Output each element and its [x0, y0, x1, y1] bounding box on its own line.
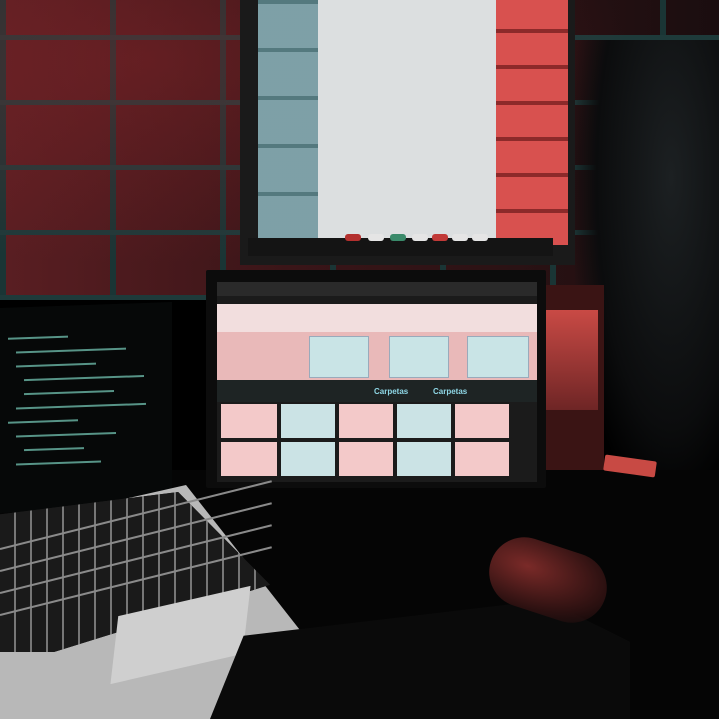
- photo-scene: Carpetas Carpetas: [0, 0, 719, 719]
- code-line: [16, 347, 126, 354]
- marker: [345, 234, 361, 241]
- screen-tile: [339, 404, 393, 438]
- side-window-light: [546, 310, 598, 410]
- app-toolbar: [217, 304, 537, 332]
- screen-label-carpetas: Carpetas: [433, 387, 468, 396]
- screen-tile: [455, 442, 509, 476]
- monitor-screen: Carpetas Carpetas: [217, 282, 537, 482]
- marker: [432, 234, 448, 241]
- screen-label-carpetas: Carpetas: [374, 387, 409, 396]
- laptop-screen: [0, 301, 172, 514]
- screen-tile: [339, 442, 393, 476]
- screen-thumbnail: [309, 336, 369, 378]
- code-line: [16, 460, 101, 466]
- screen-tile: [397, 404, 451, 438]
- whiteboard: [318, 0, 510, 238]
- screen-tile: [455, 404, 509, 438]
- marker: [452, 234, 468, 241]
- code-line: [16, 362, 96, 368]
- marker: [390, 234, 406, 241]
- code-line: [16, 402, 146, 410]
- marker: [472, 234, 488, 241]
- whiteboard-left-reflection: [258, 0, 320, 240]
- code-line: [24, 390, 114, 396]
- screen-thumbnail: [467, 336, 529, 378]
- screen-tile: [397, 442, 451, 476]
- screen-thumbnail: [389, 336, 449, 378]
- screen-tile: [221, 404, 277, 438]
- code-line: [24, 374, 144, 382]
- code-line: [16, 431, 116, 438]
- code-line: [8, 335, 68, 340]
- code-line: [8, 419, 78, 424]
- screen-tile: [221, 442, 277, 476]
- marker: [368, 234, 384, 241]
- browser-tab-bar: [217, 282, 537, 296]
- code-line: [24, 447, 84, 452]
- screen-tile: [281, 442, 335, 476]
- brick-column: [496, 0, 568, 245]
- screen-tile: [281, 404, 335, 438]
- marker: [412, 234, 428, 241]
